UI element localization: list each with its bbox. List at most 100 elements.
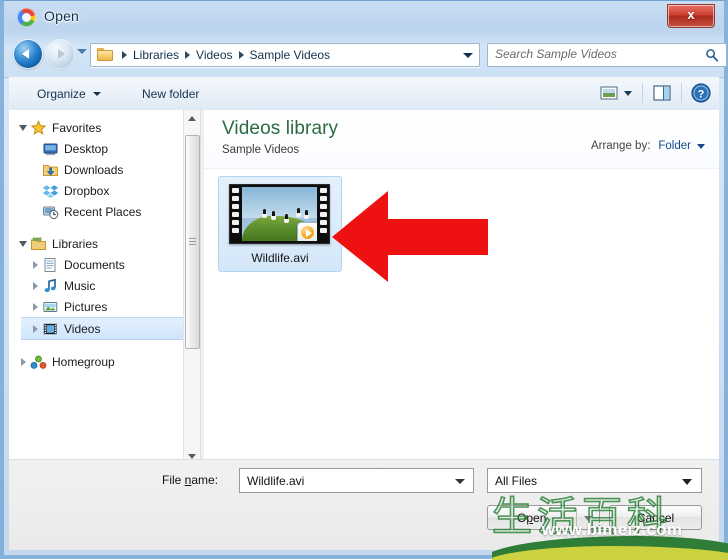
toolbar-separator <box>642 83 643 103</box>
chevron-down-icon <box>624 91 632 96</box>
label-part: O <box>517 511 527 525</box>
page-title: Videos library <box>222 118 339 139</box>
chevron-down-icon[interactable] <box>584 516 592 521</box>
sidebar-item-videos[interactable]: Videos <box>21 317 184 340</box>
homegroup-icon <box>30 354 47 370</box>
sidebar-item-label: Documents <box>64 257 125 272</box>
breadcrumb-item-libraries[interactable]: Libraries <box>130 48 182 62</box>
cancel-button[interactable]: Cancel <box>609 505 702 530</box>
back-button[interactable] <box>14 40 42 68</box>
label-part: en <box>533 511 547 525</box>
file-name-field-label: File name: <box>162 473 218 487</box>
desktop-icon <box>42 141 59 157</box>
breadcrumb: Libraries Videos Sample Videos <box>119 44 433 66</box>
breadcrumb-separator-icon <box>238 51 244 59</box>
breadcrumb-separator-icon <box>185 51 191 59</box>
thumbnail-image <box>242 187 317 241</box>
bird-shape <box>262 209 267 218</box>
address-dropdown-icon[interactable] <box>463 53 473 58</box>
organize-button[interactable]: Organize <box>31 84 107 104</box>
libraries-icon <box>30 236 47 252</box>
sidebar-scrollbar[interactable] <box>183 110 200 465</box>
bird-shape <box>304 210 309 219</box>
expand-triangle-icon[interactable] <box>17 237 30 250</box>
video-filmstrip-icon <box>42 321 59 337</box>
documents-icon <box>42 257 59 273</box>
help-icon: ? <box>691 83 711 103</box>
expand-triangle-icon[interactable] <box>17 121 30 134</box>
chevron-down-icon[interactable] <box>455 479 465 484</box>
chevron-down-icon[interactable] <box>697 143 705 149</box>
expand-triangle-icon[interactable] <box>29 300 42 313</box>
sidebar-item-label: Music <box>64 278 96 293</box>
sidebar-item-label: Desktop <box>64 141 109 156</box>
sidebar-item-label: Recent Places <box>64 204 142 219</box>
preview-pane-button[interactable] <box>650 81 674 105</box>
preview-pane-icon <box>653 85 671 101</box>
recent-places-icon <box>42 204 59 220</box>
expand-triangle-icon[interactable] <box>29 279 42 292</box>
view-mode-button[interactable] <box>597 81 621 105</box>
file-type-dropdown[interactable]: All Files <box>487 468 702 493</box>
navigation-tree: Favorites Desktop Downloads Dropbox Rece… <box>9 110 184 465</box>
navigation-pane: Favorites Desktop Downloads Dropbox Rece… <box>9 110 200 465</box>
scroll-up-icon[interactable] <box>184 110 200 127</box>
sidebar-item-recent-places[interactable]: Recent Places <box>21 201 184 222</box>
open-file-dialog-window: Open x Libraries Videos Sample Videos Se… <box>0 0 728 560</box>
sidebar-group-favorites[interactable]: Favorites <box>9 117 184 138</box>
sidebar-item-downloads[interactable]: Downloads <box>21 159 184 180</box>
search-placeholder: Search Sample Videos <box>495 47 617 61</box>
svg-text:?: ? <box>698 89 705 101</box>
arrange-by-label: Arrange by: <box>590 140 651 152</box>
label-part: File <box>162 473 185 487</box>
view-mode-dropdown[interactable] <box>621 81 635 105</box>
file-name-input[interactable]: Wildlife.avi <box>239 468 474 493</box>
file-list-pane: Videos library Sample Videos Arrange by:… <box>204 110 719 465</box>
sidebar-item-music[interactable]: Music <box>21 275 184 296</box>
button-split-divider <box>576 508 577 527</box>
sidebar-item-documents[interactable]: Documents <box>21 254 184 275</box>
expand-triangle-icon[interactable] <box>17 355 30 368</box>
search-input[interactable]: Search Sample Videos <box>487 43 727 67</box>
video-thumbnail <box>229 184 330 244</box>
open-button[interactable]: Open <box>487 505 600 530</box>
title-bar: Open x <box>4 1 724 35</box>
sidebar-item-pictures[interactable]: Pictures <box>21 296 184 317</box>
file-type-value: All Files <box>495 474 538 488</box>
sidebar-item-desktop[interactable]: Desktop <box>21 138 184 159</box>
expand-triangle-icon[interactable] <box>29 258 42 271</box>
sidebar-item-dropbox[interactable]: Dropbox <box>21 180 184 201</box>
list-item[interactable]: Wildlife.avi <box>218 176 342 272</box>
help-button[interactable]: ? <box>689 81 713 105</box>
recent-pages-dropdown-icon[interactable] <box>77 49 87 54</box>
view-mode-icon <box>600 86 618 100</box>
scrollbar-thumb[interactable] <box>185 135 200 349</box>
breadcrumb-item-videos[interactable]: Videos <box>193 48 235 62</box>
filmstrip-left <box>230 185 241 243</box>
sidebar-group-libraries[interactable]: Libraries <box>9 233 184 254</box>
dialog-footer: File name: Wildlife.avi All Files Open C… <box>9 459 719 550</box>
close-button[interactable]: x <box>667 4 715 28</box>
sidebar-item-label: Pictures <box>64 299 108 314</box>
file-name-label: Wildlife.avi <box>251 251 309 265</box>
expand-triangle-icon[interactable] <box>29 322 42 335</box>
scrollbar-grip-icon <box>189 238 196 246</box>
forward-button[interactable] <box>46 40 74 68</box>
arrange-by-control: Arrange by: Folder <box>591 140 705 152</box>
sidebar-group-homegroup[interactable]: Homegroup <box>9 351 184 372</box>
breadcrumb-item-sample-videos[interactable]: Sample Videos <box>247 48 334 62</box>
address-bar[interactable]: Libraries Videos Sample Videos <box>90 43 480 67</box>
arrange-by-value[interactable]: Folder <box>658 140 691 152</box>
sidebar-item-label: Downloads <box>64 162 124 177</box>
page-subtitle: Sample Videos <box>222 144 300 156</box>
forward-arrow-icon <box>58 49 65 59</box>
breadcrumb-separator-icon <box>122 51 127 59</box>
bird-shape <box>296 208 301 217</box>
new-folder-label: New folder <box>142 87 200 101</box>
bird-shape <box>284 214 289 223</box>
header-divider <box>204 168 719 169</box>
new-folder-button[interactable]: New folder <box>136 84 205 104</box>
cancel-button-label: Cancel <box>636 511 675 525</box>
